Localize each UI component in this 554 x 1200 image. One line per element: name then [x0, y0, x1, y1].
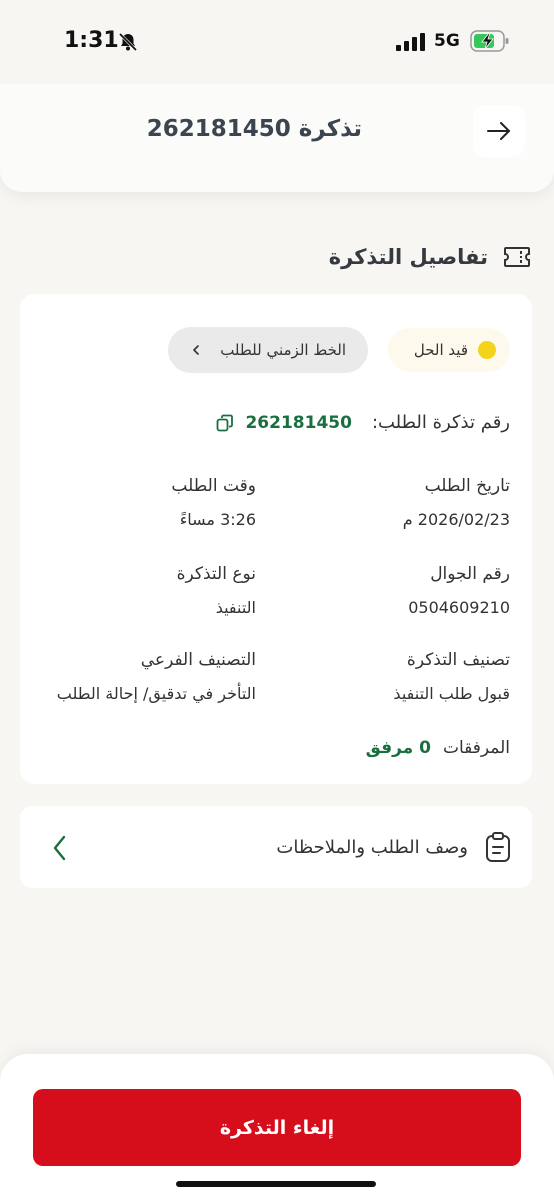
bell-muted-icon [118, 32, 138, 52]
status-dot [478, 341, 496, 359]
attachments-row[interactable]: المرفقات 0 مرفق [366, 738, 510, 758]
app-header: تذكرة 262181450 [0, 84, 554, 192]
attachments-label: المرفقات [442, 738, 510, 758]
request-date-field: تاريخ الطلب 2026/02/23 م [403, 476, 510, 529]
bottom-action-bar: إلغاء التذكرة [0, 1054, 554, 1200]
notes-label: وصف الطلب والملاحظات [276, 836, 468, 858]
request-time-field: وقت الطلب 3:26 مساءً [171, 476, 256, 529]
field-value: التأخر في تدقيق/ إحالة الطلب [56, 684, 256, 703]
field-value: التنفيذ [215, 598, 256, 617]
status-time: 1:31 [64, 28, 119, 53]
status-bar: 1:31 5G [0, 0, 554, 84]
sub-category-field: التصنيف الفرعي التأخر في تدقيق/ إحالة ال… [57, 650, 256, 703]
signal-icon [396, 33, 425, 51]
section-title: تفاصيل التذكرة [328, 245, 488, 269]
timeline-button[interactable]: الخط الزمني للطلب [168, 327, 368, 373]
notes-row[interactable]: وصف الطلب والملاحظات [20, 806, 532, 888]
ticket-type-field: نوع التذكرة التنفيذ [177, 564, 256, 617]
chevron-left-icon [193, 345, 199, 355]
cancel-ticket-button[interactable]: إلغاء التذكرة [33, 1089, 521, 1166]
ticket-category-field: تصنيف التذكرة قبول طلب التنفيذ [393, 650, 510, 703]
field-value: 0504609210 [408, 598, 510, 617]
field-label: وقت الطلب [171, 476, 256, 496]
field-value: قبول طلب التنفيذ [393, 684, 510, 703]
page-title: تذكرة 262181450 [146, 116, 362, 142]
field-label: تاريخ الطلب [424, 476, 510, 496]
mobile-number-field: رقم الجوال 0504609210 [408, 564, 510, 617]
field-value: 3:26 مساءً [179, 510, 256, 529]
ticket-number-label: رقم تذكرة الطلب: [371, 412, 510, 433]
clipboard-icon [486, 832, 510, 862]
section-heading: تفاصيل التذكرة [22, 240, 532, 274]
field-label: التصنيف الفرعي [140, 650, 256, 670]
field-label: تصنيف التذكرة [406, 650, 510, 670]
ticket-icon [504, 247, 530, 267]
field-label: رقم الجوال [430, 564, 510, 584]
battery-charging-icon [470, 30, 509, 52]
arrow-right-icon [487, 122, 510, 140]
attachments-count: 0 مرفق [365, 738, 431, 758]
chevron-left-icon [53, 835, 66, 861]
timeline-label: الخط الزمني للطلب [220, 341, 346, 359]
ticket-number-row: رقم تذكرة الطلب: 262181450 [215, 412, 510, 433]
ticket-details-card: قيد الحل الخط الزمني للطلب رقم تذكرة الط… [20, 294, 532, 784]
home-indicator [176, 1181, 376, 1187]
network-label: 5G [434, 31, 460, 51]
status-badge: قيد الحل [388, 328, 510, 372]
field-label: نوع التذكرة [176, 564, 256, 584]
back-button[interactable] [473, 105, 525, 157]
status-label: قيد الحل [413, 341, 468, 359]
copy-icon[interactable] [215, 413, 235, 433]
ticket-number-value: 262181450 [245, 412, 352, 433]
field-value: 2026/02/23 م [402, 510, 510, 529]
